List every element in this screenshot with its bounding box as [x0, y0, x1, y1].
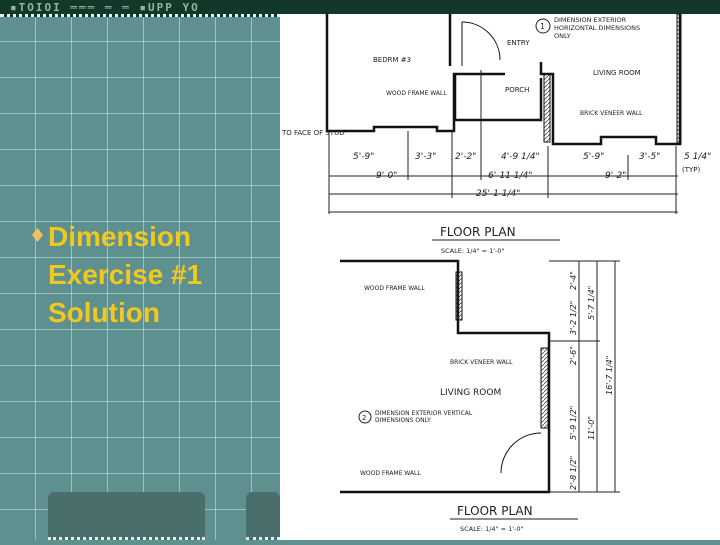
- dimension-label: 3'-2 1/2": [569, 301, 578, 335]
- dimension-label: 11'-0": [587, 416, 596, 440]
- slide-title-line: Exercise #1: [48, 259, 203, 290]
- room-label: BEDRM #3: [373, 56, 411, 64]
- note-label: BRICK VENEER WALL: [450, 359, 513, 366]
- note-label: WOOD FRAME WALL: [386, 90, 447, 97]
- dimension-label: 2'-8 1/2": [569, 456, 578, 490]
- instruction-text: HORIZONTAL DIMENSIONS: [554, 24, 640, 32]
- room-label: LIVING ROOM: [440, 388, 501, 398]
- instruction-text: DIMENSION EXTERIOR: [554, 16, 627, 24]
- diamond-bullet-icon: [32, 228, 43, 242]
- plan-title: FLOOR PLAN: [457, 504, 533, 518]
- note-label: (TYP): [682, 166, 701, 174]
- note-label: WOOD FRAME WALL: [360, 470, 421, 477]
- dimension-label: 4'-9 1/4": [501, 152, 540, 162]
- top-plan-walls: [325, 14, 682, 146]
- instruction-text: DIMENSIONS ONLY: [375, 417, 431, 424]
- plan-scale: SCALE: 1/4" = 1'-0": [441, 247, 505, 255]
- dimension-label: 6'-11 1/4": [488, 171, 532, 181]
- instruction-number: 1: [540, 22, 545, 31]
- dimension-label: 5'-9 1/2": [569, 406, 578, 440]
- decorative-panel: [246, 492, 280, 540]
- room-label: PORCH: [505, 86, 529, 94]
- note-label: TO FACE OF STUD: [281, 129, 345, 137]
- dimension-label: 2'-6": [569, 346, 578, 365]
- dimension-label: 5'-9": [353, 152, 374, 162]
- plan-scale: SCALE: 1/4" = 1'-0": [460, 525, 524, 533]
- dimension-label: 2'-4": [569, 271, 578, 290]
- floor-plan-drawing: BEDRM #3 ENTRY PORCH LIVING ROOM WOOD FR…: [281, 13, 711, 533]
- dimension-label: 3'-5": [639, 152, 660, 162]
- instruction-text: DIMENSION EXTERIOR VERTICAL: [375, 410, 473, 417]
- note-label: WOOD FRAME WALL: [364, 285, 425, 292]
- note-label: BRICK VENEER WALL: [580, 110, 643, 117]
- slide-title-line: Solution: [48, 297, 160, 328]
- dimension-label: 5'-7 1/4": [587, 286, 596, 320]
- dimension-label: 5 1/4": [684, 152, 711, 162]
- dimension-label: 9'-0": [376, 171, 397, 181]
- instruction-number: 2: [362, 414, 366, 422]
- dimension-label: 25'-1 1/4": [476, 189, 520, 199]
- slide-title-bullet: Dimension Exercise #1 Solution: [32, 218, 202, 332]
- room-label: LIVING ROOM: [593, 69, 641, 77]
- dimension-label: 16'-7 1/4": [605, 356, 614, 395]
- slide-title-line: Dimension: [48, 221, 192, 252]
- instruction-text: ONLY: [554, 32, 571, 40]
- plan-title: FLOOR PLAN: [440, 225, 516, 239]
- dimension-label: 9'-2": [605, 171, 626, 181]
- dimension-label: 5'-9": [583, 152, 604, 162]
- decorative-panel: [48, 492, 205, 540]
- dimension-label: 3'-3": [415, 152, 436, 162]
- bottom-plan-walls: [340, 259, 551, 494]
- floor-plan-image: BEDRM #3 ENTRY PORCH LIVING ROOM WOOD FR…: [280, 13, 720, 540]
- room-label: ENTRY: [507, 39, 530, 47]
- dimension-label: 2'-2": [455, 152, 476, 162]
